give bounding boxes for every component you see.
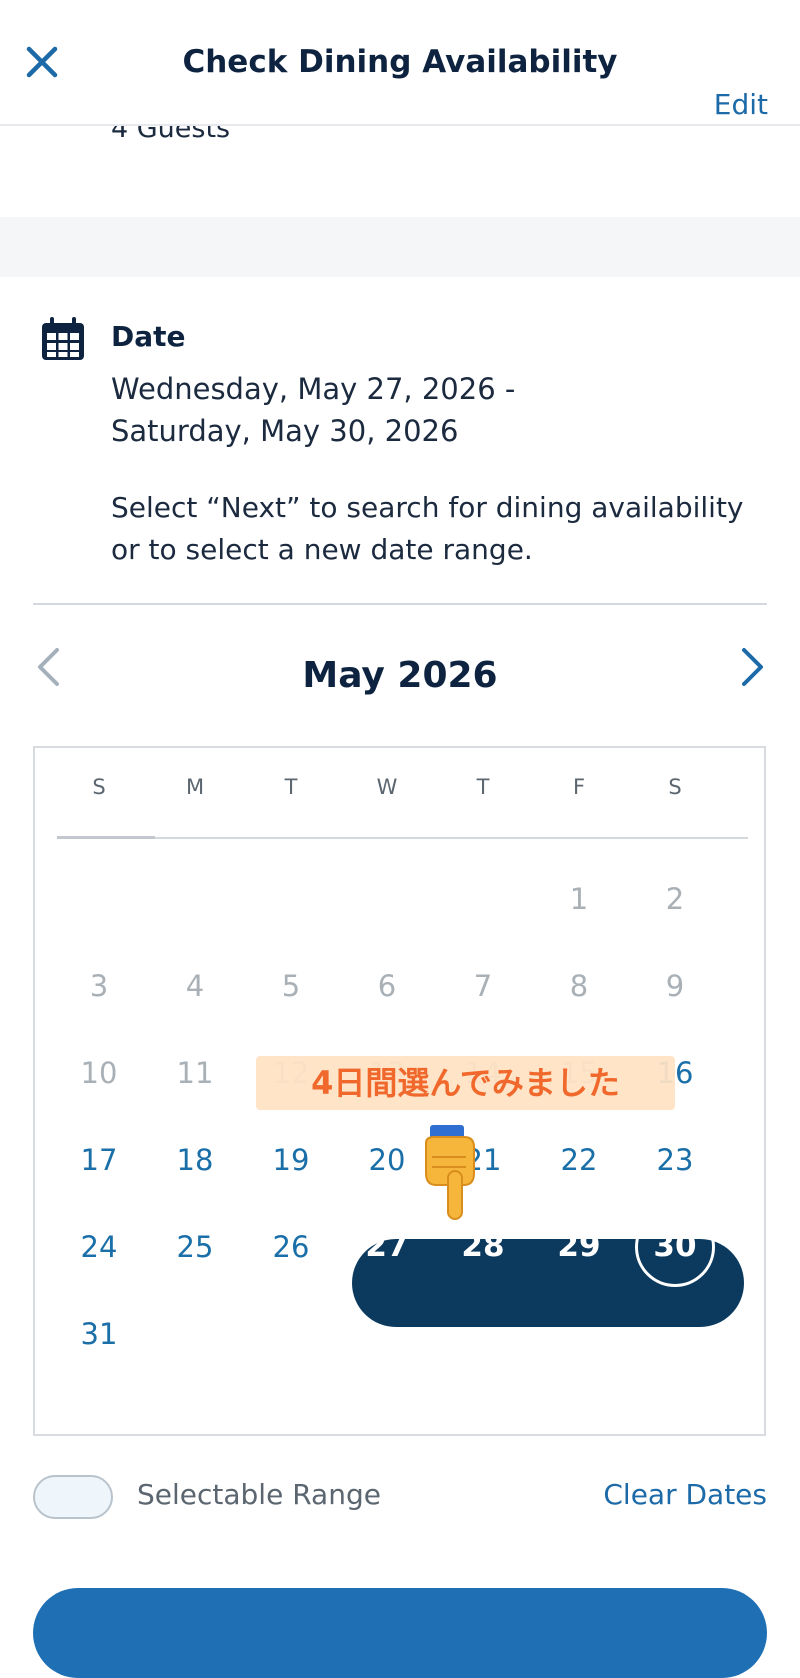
next-button[interactable] [33,1588,767,1678]
weekday-divider-accent [57,836,155,839]
divider [33,603,767,605]
day-9: 9 [665,969,685,1003]
weekday-header: F [572,775,586,799]
day-28[interactable]: 28 [434,1228,532,1264]
day-4: 4 [185,969,205,1003]
range-end: Saturday, May 30, 2026 [111,414,459,448]
weekday-header: T [284,775,298,799]
chevron-right-icon [742,648,763,686]
day-24[interactable]: 24 [50,1230,148,1264]
clear-dates-button[interactable]: Clear Dates [603,1478,767,1511]
day-7: 7 [473,969,493,1003]
day-1: 1 [569,882,589,916]
range-start: Wednesday, May 27, 2026 - [111,372,516,406]
day-29[interactable]: 29 [530,1228,628,1264]
weekday-divider [57,837,748,839]
range-end-marker [635,1207,715,1287]
edit-button[interactable]: Edit [714,88,768,121]
weekday-header: T [476,775,490,799]
weekday-header: S [668,775,682,799]
pointing-down-icon [425,1125,475,1220]
header-bar: Check Dining Availability Edit [0,0,800,126]
day-5: 5 [281,969,301,1003]
day-27[interactable]: 27 [338,1228,436,1264]
day-25[interactable]: 25 [146,1230,244,1264]
day-22[interactable]: 22 [530,1143,628,1177]
weekday-header: M [185,775,205,799]
calendar-icon [42,317,84,360]
day-6: 6 [377,969,397,1003]
month-title: May 2026 [302,655,498,696]
instructions-text: Select “Next” to search for dining avail… [111,491,744,566]
weekday-header: S [92,775,106,799]
selectable-range-toggle[interactable] [33,1475,113,1519]
selectable-range-label: Selectable Range [137,1478,381,1511]
day-10: 10 [80,1056,118,1090]
day-18[interactable]: 18 [146,1143,244,1177]
day-31[interactable]: 31 [50,1317,148,1351]
date-label: Date [111,320,186,353]
day-3: 3 [89,969,109,1003]
day-19[interactable]: 19 [242,1143,340,1177]
day-2: 2 [665,882,685,916]
weekday-header: W [376,775,398,799]
page-title: Check Dining Availability [182,44,618,80]
day-23[interactable]: 23 [626,1143,724,1177]
day-11: 11 [176,1056,214,1090]
selected-date-range: Wednesday, May 27, 2026 - Saturday, May … [111,368,515,452]
day-8: 8 [569,969,589,1003]
next-month-button[interactable] [738,645,768,689]
day-17[interactable]: 17 [50,1143,148,1177]
annotation-caption: 4日間選んでみました [256,1056,675,1110]
day-26[interactable]: 26 [242,1230,340,1264]
section-separator [0,217,800,277]
